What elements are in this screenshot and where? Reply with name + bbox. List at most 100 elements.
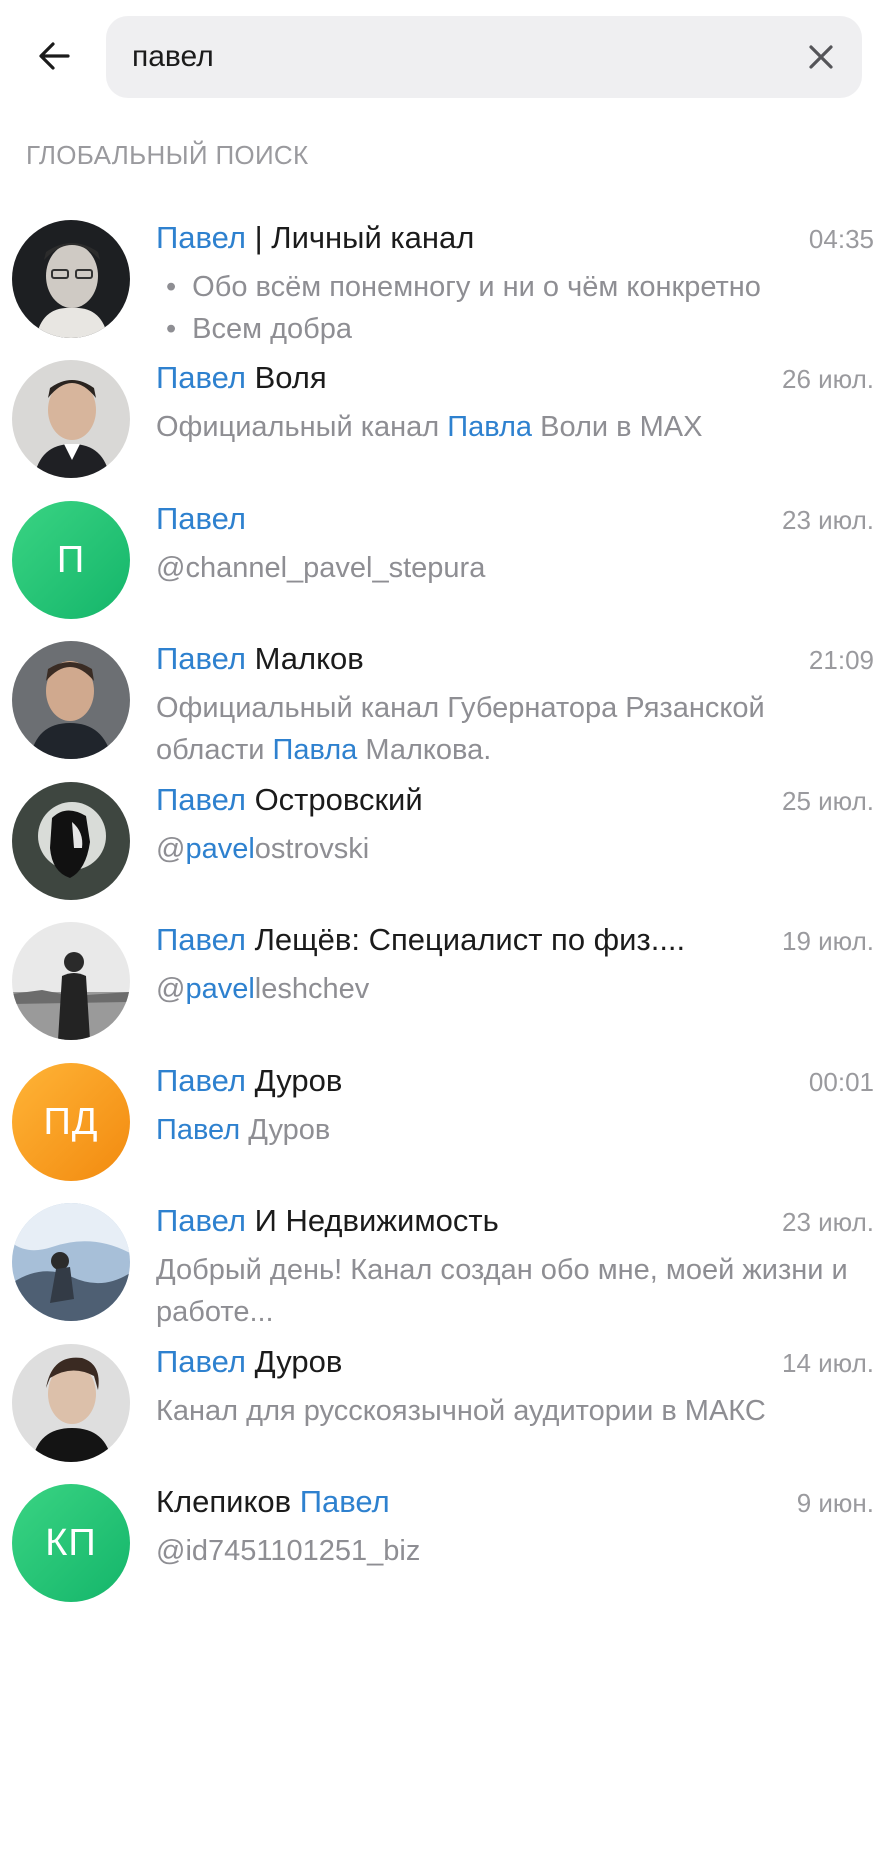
result-subtitle: Официальный канал Губернатора Рязанской … — [156, 687, 856, 771]
result-item[interactable]: Павел Воля 26 июл. Официальный канал Пав… — [0, 346, 886, 506]
title-highlight: Павел — [156, 220, 246, 255]
result-time: 21:09 — [808, 645, 874, 675]
avatar: ПД — [12, 1063, 130, 1181]
title-highlight: Павел — [299, 1484, 390, 1519]
avatar-initials: ПД — [43, 1100, 99, 1143]
result-subtitle: • Обо всём понемногу и ни о чём конкретно… — [156, 266, 856, 350]
result-title: Павел Дуров — [156, 1063, 746, 1099]
result-title: Павел Лещёв: Специалист по физ.... — [156, 922, 746, 958]
bullet-line: • Обо всём понемногу и ни о чём конкретно — [156, 266, 856, 308]
result-item[interactable]: П Павел 23 июл. @channel_pavel_stepura — [0, 487, 886, 647]
subtitle-highlight: pavel — [185, 833, 255, 865]
result-title: Павел И Недвижимость — [156, 1203, 746, 1239]
subtitle-text: Малкова. — [357, 734, 492, 766]
avatar: КП — [12, 1484, 130, 1602]
result-title: Павел Воля — [156, 360, 746, 396]
result-title: Павел Островский — [156, 782, 746, 818]
close-icon — [809, 45, 833, 69]
avatar — [12, 782, 130, 900]
result-item[interactable]: ПД Павел Дуров 00:01 Павел Дуров — [0, 1049, 886, 1209]
result-subtitle: Добрый день! Канал создан обо мне, моей … — [156, 1249, 856, 1333]
result-time: 00:01 — [808, 1067, 874, 1097]
subtitle-highlight: Павла — [447, 411, 533, 443]
title-highlight: Павел — [156, 1344, 246, 1379]
title-highlight: Павел — [156, 360, 246, 395]
title-text: Островский — [245, 782, 423, 817]
result-title: Павел Дуров — [156, 1344, 746, 1380]
result-item[interactable]: Павел Островский 25 июл. @pavelostrovski — [0, 768, 886, 928]
result-title: Павел | Личный канал — [156, 220, 746, 256]
avatar — [12, 1344, 130, 1462]
clear-search-button[interactable] — [794, 30, 848, 84]
subtitle-text: ostrovski — [254, 833, 370, 865]
result-item[interactable]: Павел Малков 21:09 Официальный канал Губ… — [0, 627, 886, 787]
result-item[interactable]: Павел Дуров 14 июл. Канал для русскоязыч… — [0, 1330, 886, 1490]
title-highlight: Павел — [156, 501, 246, 536]
title-highlight: Павел — [156, 1203, 246, 1238]
subtitle-text: @ — [156, 833, 186, 865]
subtitle-text: Официальный канал — [156, 411, 448, 443]
title-highlight: Павел — [156, 782, 246, 817]
result-subtitle: @pavelleshchev — [156, 968, 856, 1010]
search-box — [106, 16, 862, 98]
subtitle-text: Дуров — [240, 1114, 331, 1146]
title-text: Дуров — [245, 1063, 343, 1098]
bullet-line: • Всем добра — [156, 308, 856, 350]
result-time: 19 июл. — [782, 926, 874, 956]
title-text: Малков — [245, 641, 364, 676]
subtitle-text: Канал для русскоязычной аудитории в МАКС — [156, 1395, 766, 1427]
title-highlight: Павел — [156, 922, 246, 957]
avatar — [12, 641, 130, 759]
subtitle-text: Воли в MAX — [532, 411, 703, 443]
title-text: Лещёв: Специалист по физ.... — [245, 922, 686, 957]
subtitle-text: leshchev — [254, 973, 370, 1005]
section-title: ГЛОБАЛЬНЫЙ ПОИСК — [26, 140, 309, 170]
result-time: 14 июл. — [782, 1348, 874, 1378]
result-item[interactable]: Павел | Личный канал 04:35 • Обо всём пон… — [0, 206, 886, 366]
subtitle-text: @id7451101251_biz — [156, 1535, 421, 1567]
arrow-left-icon — [39, 42, 70, 70]
subtitle-highlight: Павла — [272, 734, 358, 766]
result-title: Павел — [156, 501, 746, 537]
subtitle-highlight: Павел — [156, 1114, 241, 1146]
title-highlight: Павел — [156, 641, 246, 676]
avatar: П — [12, 501, 130, 619]
avatar-initials: КП — [45, 1521, 97, 1564]
top-bar — [0, 0, 886, 112]
result-item[interactable]: Павел Лещёв: Специалист по физ.... 19 ию… — [0, 908, 886, 1068]
title-text: | Личный канал — [245, 220, 475, 255]
result-title: Клепиков Павел — [156, 1484, 746, 1520]
avatar — [12, 922, 130, 1040]
avatar — [12, 1203, 130, 1321]
result-item[interactable]: Павел И Недвижимость 23 июл. Добрый день… — [0, 1189, 886, 1349]
result-subtitle: @pavelostrovski — [156, 828, 856, 870]
subtitle-text: @channel_pavel_stepura — [156, 552, 486, 584]
title-highlight: Павел — [156, 1063, 246, 1098]
title-text: Клепиков — [156, 1484, 300, 1519]
bullet-text: Обо всём понемногу и ни о чём конкретно — [192, 271, 761, 303]
result-title: Павел Малков — [156, 641, 746, 677]
subtitle-highlight: pavel — [185, 973, 255, 1005]
result-time: 23 июл. — [782, 1207, 874, 1237]
result-time: 04:35 — [808, 224, 874, 254]
subtitle-text: @ — [156, 973, 186, 1005]
avatar — [12, 360, 130, 478]
bullet: • — [166, 271, 177, 303]
result-subtitle: Официальный канал Павла Воли в MAX — [156, 406, 856, 448]
avatar — [12, 220, 130, 338]
result-subtitle: @id7451101251_biz — [156, 1530, 856, 1572]
search-input[interactable] — [132, 16, 772, 98]
result-time: 23 июл. — [782, 505, 874, 535]
result-subtitle: Канал для русскоязычной аудитории в МАКС — [156, 1390, 856, 1432]
result-subtitle: @channel_pavel_stepura — [156, 547, 856, 589]
result-time: 26 июл. — [782, 364, 874, 394]
bullet: • — [166, 313, 177, 345]
back-button[interactable] — [26, 28, 82, 84]
result-item[interactable]: КП Клепиков Павел 9 июн. @id7451101251_b… — [0, 1470, 886, 1630]
avatar-initials: П — [56, 538, 86, 581]
bullet-text: Всем добра — [192, 313, 353, 345]
title-text: Дуров — [245, 1344, 343, 1379]
result-time: 25 июл. — [782, 786, 874, 816]
result-time: 9 июн. — [796, 1488, 874, 1518]
title-text: И Недвижимость — [245, 1203, 499, 1238]
